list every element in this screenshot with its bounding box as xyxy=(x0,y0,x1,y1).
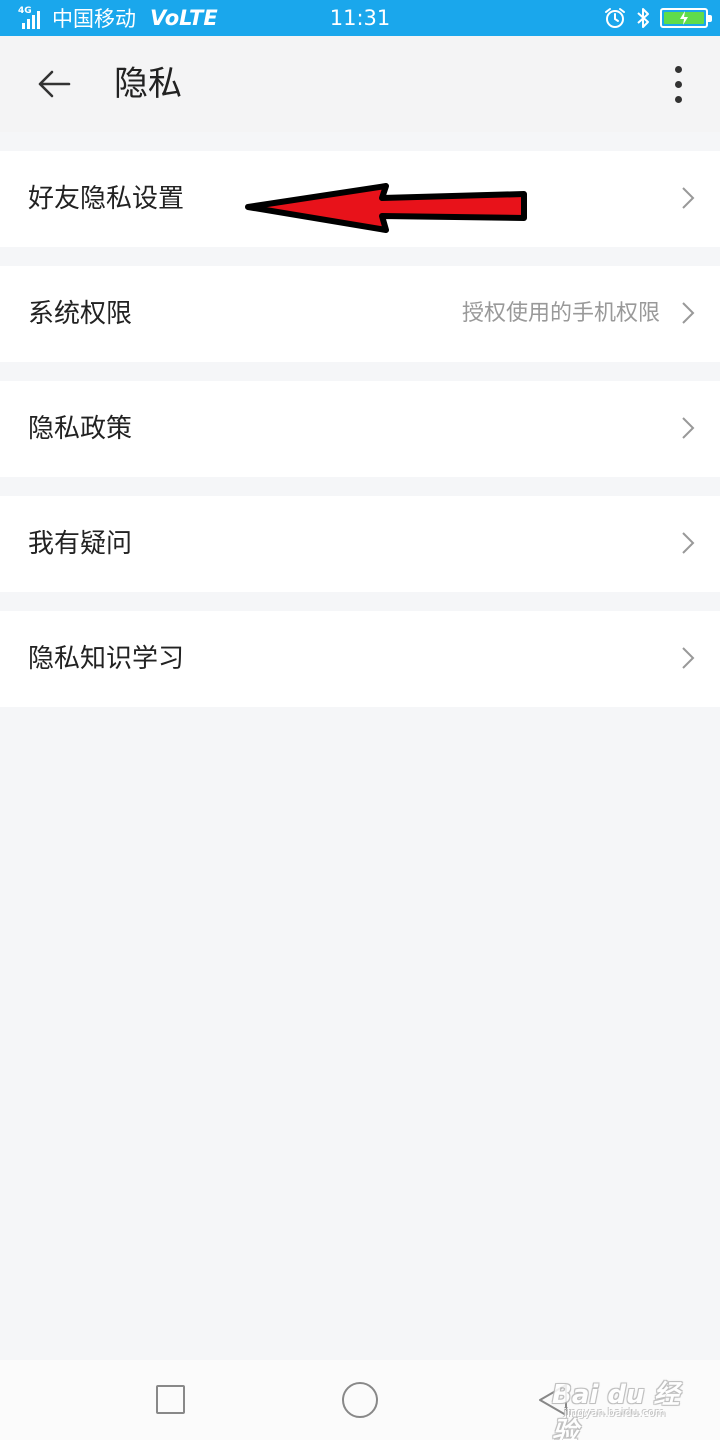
alarm-icon xyxy=(605,8,625,28)
app-header: 隐私 xyxy=(0,36,720,132)
baidu-watermark: Bai du 经验 jingyan.baidu.com xyxy=(552,1366,692,1440)
menu-item-label: 好友隐私设置 xyxy=(28,184,185,214)
more-options-button[interactable] xyxy=(666,62,690,106)
more-vertical-icon xyxy=(674,65,682,73)
recent-apps-button[interactable] xyxy=(156,1385,185,1414)
carrier-name: 中国移动 xyxy=(52,7,136,31)
arrow-left-icon xyxy=(38,70,71,98)
battery-icon xyxy=(660,8,712,28)
menu-item-value: 授权使用的手机权限 xyxy=(461,301,660,326)
chevron-right-icon xyxy=(682,302,695,324)
chevron-right-icon xyxy=(682,532,695,554)
signal-icon: 4G xyxy=(18,6,48,29)
annotation-arrow xyxy=(245,183,527,233)
menu-item-label: 隐私知识学习 xyxy=(28,644,185,674)
menu-item-questions[interactable]: 我有疑问 xyxy=(0,496,720,592)
charging-bolt-icon xyxy=(680,11,688,25)
menu-item-system-permissions[interactable]: 系统权限 授权使用的手机权限 xyxy=(0,266,720,362)
page-title: 隐私 xyxy=(114,64,182,104)
status-left: 4G 中国移动 VoLTE xyxy=(18,0,218,36)
bluetooth-icon xyxy=(637,8,649,28)
chevron-right-icon xyxy=(682,417,695,439)
volte-label: VoLTE xyxy=(150,6,218,30)
menu-item-privacy-learning[interactable]: 隐私知识学习 xyxy=(0,611,720,707)
status-bar: 4G 中国移动 VoLTE 11:31 xyxy=(0,0,720,36)
status-right xyxy=(604,0,712,36)
menu-item-privacy-policy[interactable]: 隐私政策 xyxy=(0,381,720,477)
chevron-right-icon xyxy=(682,187,695,209)
menu-item-label: 隐私政策 xyxy=(28,414,133,444)
menu-item-label: 我有疑问 xyxy=(28,529,133,559)
chevron-right-icon xyxy=(682,647,695,669)
back-button[interactable] xyxy=(30,62,78,106)
home-button[interactable] xyxy=(342,1382,378,1418)
menu-item-label: 系统权限 xyxy=(28,299,133,329)
watermark-url: jingyan.baidu.com xyxy=(564,1406,666,1419)
